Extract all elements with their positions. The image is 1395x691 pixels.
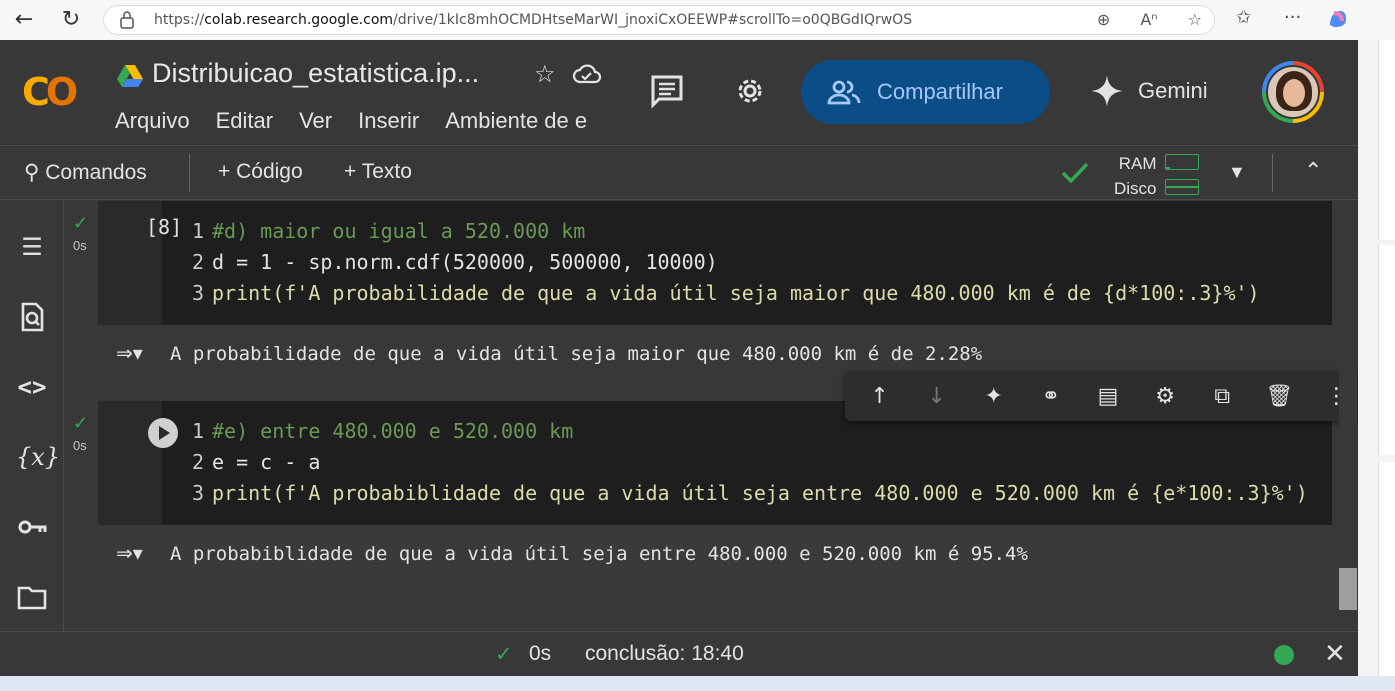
secrets-key-icon[interactable] — [16, 511, 48, 543]
status-completion[interactable]: conclusão: 18:40 — [585, 642, 744, 666]
share-button[interactable]: Compartilhar — [801, 60, 1050, 124]
output-text: A probabiblidade de que a vida útil seja… — [170, 543, 1028, 565]
status-check-icon: ✓ — [495, 643, 513, 666]
favorite-star-icon[interactable]: ☆ — [1188, 10, 1202, 29]
address-bar[interactable]: https://colab.research.google.com/drive/… — [103, 5, 1215, 35]
move-up-icon[interactable]: ↑ — [865, 384, 895, 409]
delete-trash-icon[interactable]: 🗑 — [1264, 384, 1294, 409]
header: CO Distribuicao_estatistica.ip... ☆ Arqu… — [0, 40, 1358, 145]
code-line[interactable]: 3 print(f'A probabilidade de que a vida ú… — [160, 281, 1260, 305]
menu-insert[interactable]: Inserir — [358, 108, 419, 134]
menu-view[interactable]: Ver — [299, 108, 332, 134]
lock-icon — [120, 11, 134, 29]
connected-check-icon[interactable] — [1060, 160, 1090, 186]
cell-exec-time: 0s — [73, 238, 87, 253]
notebook-title[interactable]: Distribuicao_estatistica.ip... — [152, 58, 479, 89]
url-text: https://colab.research.google.com/drive/… — [154, 12, 913, 28]
code-snippets-icon[interactable]: <> — [16, 371, 48, 403]
colab-logo[interactable]: CO — [22, 70, 78, 114]
resources-dropdown-icon[interactable]: ▼ — [1228, 162, 1246, 183]
toolbar-divider — [189, 154, 190, 192]
code-line[interactable]: 3 print(f'A probabiblidade de que a vida … — [160, 481, 1328, 505]
browser-side-panel — [1358, 40, 1395, 676]
favorites-icon[interactable]: ✩ — [1236, 7, 1251, 28]
comment-icon[interactable]: ▤ — [1093, 384, 1123, 409]
colab-app: CO Distribuicao_estatistica.ip... ☆ Arqu… — [0, 40, 1358, 676]
settings-gear-icon[interactable] — [733, 74, 767, 108]
code-line[interactable]: 2e = c - a — [160, 450, 320, 474]
google-drive-icon[interactable] — [116, 64, 144, 88]
cell-settings-icon[interactable]: ⚙ — [1150, 384, 1180, 409]
gemini-sparkle-icon — [1091, 75, 1123, 107]
scrollbar-track[interactable] — [1339, 201, 1357, 631]
zoom-icon[interactable]: ⊕ — [1097, 10, 1110, 29]
disk-bar — [1165, 179, 1199, 195]
commands-button[interactable]: ⚲ Comandos — [24, 160, 147, 185]
variables-icon[interactable]: {x} — [16, 441, 60, 473]
add-code-button[interactable]: + Código — [218, 160, 303, 184]
cell-toolbar: ↑ ↓ ✦ ⚭ ▤ ⚙ ⧉ 🗑 ⋮ — [845, 371, 1358, 421]
output-toggle-icon[interactable]: ⇒▾ — [116, 341, 143, 365]
comments-icon[interactable] — [650, 74, 684, 110]
left-sidebar: ☰ <> {x} — [0, 201, 64, 631]
files-folder-icon[interactable] — [16, 581, 48, 613]
gemini-sparkle-icon[interactable]: ✦ — [979, 384, 1009, 409]
menu-bar: Arquivo Editar Ver Inserir Ambiente de e — [115, 108, 587, 134]
move-down-icon[interactable]: ↓ — [922, 384, 952, 409]
resources-indicator[interactable]: RAM Disco — [1114, 151, 1157, 201]
people-icon — [827, 80, 861, 105]
read-aloud-icon[interactable]: Aⁿ — [1140, 10, 1157, 29]
cell-exec-time: 0s — [73, 438, 87, 453]
output-text: A probabilidade de que a vida útil seja … — [170, 343, 983, 365]
copilot-icon[interactable] — [1326, 7, 1350, 31]
table-of-contents-icon[interactable]: ☰ — [16, 231, 48, 263]
add-text-button[interactable]: + Texto — [344, 160, 412, 184]
link-icon[interactable]: ⚭ — [1036, 384, 1066, 409]
close-icon[interactable]: ✕ — [1324, 638, 1346, 669]
reload-icon[interactable]: ↻ — [57, 8, 85, 32]
menu-runtime[interactable]: Ambiente de e — [445, 108, 587, 134]
code-line[interactable]: 1 #d) maior ou igual a 520.000 km — [160, 219, 585, 243]
more-menu-icon[interactable]: ··· — [1284, 7, 1301, 28]
cell-status-check-icon: ✓ — [73, 413, 89, 434]
taskbar-edge — [0, 676, 1395, 691]
collapse-header-icon[interactable]: ⌃ — [1304, 158, 1322, 184]
user-avatar[interactable] — [1262, 61, 1324, 123]
search-icon: ⚲ — [24, 161, 40, 184]
star-icon[interactable]: ☆ — [534, 60, 556, 88]
cell-output: ⇒▾ A probabiblidade de que a vida útil s… — [98, 525, 1332, 585]
code-line[interactable]: 2d = 1 - sp.norm.cdf(520000, 500000, 100… — [160, 250, 718, 274]
status-duration: 0s — [529, 642, 552, 665]
status-connected-dot — [1274, 645, 1294, 665]
scrollbar-thumb[interactable] — [1339, 568, 1357, 610]
menu-edit[interactable]: Editar — [216, 108, 273, 134]
status-bar: ✓ 0s conclusão: 18:40 ✕ — [0, 631, 1358, 676]
mirror-cell-icon[interactable]: ⧉ — [1207, 384, 1237, 409]
notebook-toolbar: ⚲ Comandos + Código + Texto RAM Disco ▼ … — [0, 145, 1358, 200]
ram-bar — [1165, 154, 1199, 170]
code-line[interactable]: 1 #e) entre 480.000 e 520.000 km — [160, 419, 573, 443]
cloud-saved-icon — [572, 64, 601, 84]
gemini-button[interactable]: Gemini — [1090, 74, 1208, 108]
back-arrow-icon[interactable]: ← — [10, 8, 38, 32]
find-in-doc-icon[interactable] — [16, 301, 48, 333]
menu-file[interactable]: Arquivo — [115, 108, 190, 134]
code-cell[interactable]: [8] 1 #d) maior ou igual a 520.000 km 2d … — [98, 201, 1332, 325]
browser-toolbar: ← ↻ https://colab.research.google.com/dr… — [0, 0, 1395, 40]
notebook-area: ✓ 0s [8] 1 #d) maior ou igual a 520.000 k… — [65, 201, 1358, 631]
cell-status-check-icon: ✓ — [73, 213, 89, 234]
output-toggle-icon[interactable]: ⇒▾ — [116, 541, 143, 565]
